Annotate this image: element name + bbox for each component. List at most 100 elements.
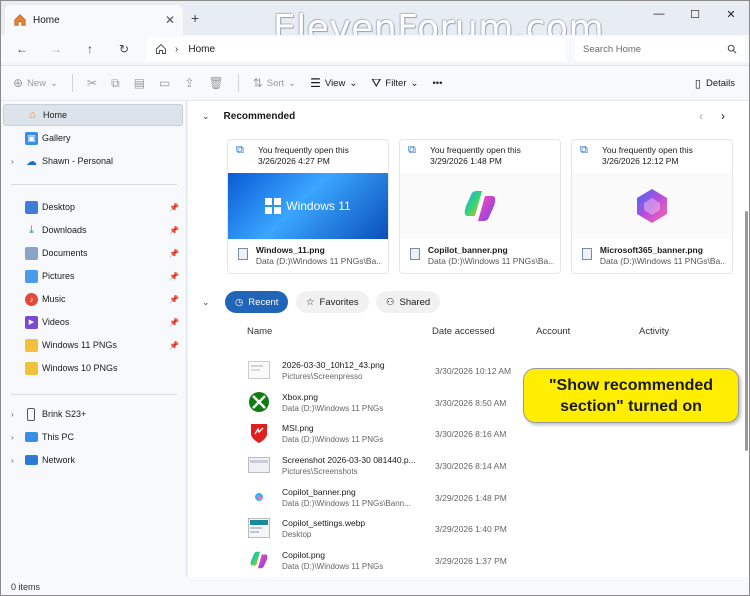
recommended-header[interactable]: ⌄ Recommended [202,111,295,122]
close-tab-icon[interactable]: ✕ [165,13,175,27]
chevron-right-icon[interactable]: › [11,433,14,442]
sidebar-item-downloads[interactable]: ⤓ Downloads 📌 [3,219,183,241]
sort-button[interactable]: ⇅ Sort ⌄ [253,76,296,90]
chevron-left-icon[interactable]: ‹ [699,109,703,123]
sidebar-item-desktop[interactable]: Desktop 📌 [3,196,183,218]
address-row: ← → ↑ ↻ › Home Search Home [1,35,749,63]
chevron-down-icon: ⌄ [410,77,419,89]
home-icon: ⌂ [29,109,36,121]
chevron-down-icon: ⌄ [288,77,297,89]
view-button[interactable]: ☰ View ⌄ [310,76,357,90]
cut-button[interactable]: ✂ [87,76,97,90]
vertical-scrollbar[interactable] [745,211,748,451]
table-row[interactable]: Screenshot 2026-03-30 081440.p... Pictur… [248,449,728,479]
share-button[interactable]: ⇪ [184,76,194,90]
recommended-nav: ‹ › [699,109,725,123]
new-button[interactable]: ⊕ New ⌄ [13,76,58,90]
sidebar-item-gallery[interactable]: ▣ Gallery [3,127,183,149]
home-outline-icon [156,43,166,54]
sidebar-item-onedrive[interactable]: › ☁ Shawn - Personal [3,150,183,172]
sidebar-item-music[interactable]: ♪ Music 📌 [3,288,183,310]
up-arrow-icon[interactable]: ↑ [81,40,99,58]
pin-icon: 📌 [169,202,179,212]
column-header-account[interactable]: Account [536,326,570,337]
tab-favorites[interactable]: ☆ Favorites [296,291,369,313]
column-header-activity[interactable]: Activity [639,326,669,337]
window-controls: — ☐ ✕ [641,1,749,31]
recommended-card[interactable]: ⧉ You frequently open this 3/29/2026 1:48… [399,139,561,274]
sidebar-item-network[interactable]: › Network [3,449,183,471]
rename-icon: ▭ [159,76,171,90]
chevron-right-icon[interactable]: › [11,456,14,465]
close-window-button[interactable]: ✕ [713,1,749,27]
search-input[interactable]: Search Home [575,37,745,61]
folder-icon [25,338,38,352]
msi-icon [248,422,270,444]
separator [237,74,239,92]
sidebar-item-documents[interactable]: Documents 📌 [3,242,183,264]
breadcrumb-chevron-icon: › [175,43,179,55]
new-tab-button[interactable]: + [191,10,199,26]
sort-icon: ⇅ [252,76,263,90]
column-header-date[interactable]: Date accessed [432,326,495,337]
file-icon [238,248,248,260]
pin-icon: 📌 [169,340,179,350]
home-icon [14,14,26,26]
maximize-button[interactable]: ☐ [677,1,713,27]
recommended-card[interactable]: ⧉ You frequently open this 3/26/2026 12:1… [571,139,733,274]
sidebar-item-windows-11-pngs[interactable]: Windows 11 PNGs 📌 [3,334,183,356]
file-icon [410,248,420,260]
table-row[interactable]: Copilot_banner.png Data (D:)\Windows 11 … [248,481,728,511]
webp-file-icon [248,517,270,539]
windows-logo-icon [265,198,282,214]
command-bar: ⊕ New ⌄ ✂ ⧉ ▤ ▭ ⇪ 🗑 ⇅ Sort ⌄ ☰ View ⌄ ⛛ Filter ⌄… [1,65,749,101]
minimize-button[interactable]: — [641,1,677,27]
paste-button[interactable]: ▤ [134,76,145,90]
rename-button[interactable]: ▭ [159,76,170,90]
copy-button[interactable]: ⧉ [111,76,120,91]
copilot-logo-icon [464,191,496,221]
tab-recent[interactable]: ◷ Recent [225,291,289,313]
chevron-right-icon[interactable]: › [11,157,14,166]
image-file-icon [248,454,270,476]
address-bar[interactable]: › Home [147,37,565,61]
chevron-right-icon[interactable]: › [721,109,725,123]
sidebar-item-this-pc[interactable]: › This PC [3,426,183,448]
table-row[interactable]: Copilot_settings.webp Desktop 3/29/2026 … [248,512,728,542]
sidebar-item-windows-10-pngs[interactable]: Windows 10 PNGs [3,357,183,379]
back-arrow-icon[interactable]: ← [13,40,31,58]
sidebar-divider [11,184,177,185]
tab-home[interactable]: Home ✕ [5,5,183,35]
pin-icon: 📌 [169,248,179,258]
clock-icon: ◷ [235,296,244,308]
more-options-button[interactable]: ••• [432,78,442,89]
delete-button[interactable]: 🗑 [208,76,223,90]
sidebar-item-pictures[interactable]: Pictures 📌 [3,265,183,287]
status-bar: 0 items [1,577,749,595]
pictures-icon [25,269,38,283]
videos-icon: ▶ [25,315,38,329]
details-pane-icon: ▯ [694,78,701,90]
column-header-name[interactable]: Name [247,326,272,337]
document-icon [25,246,38,260]
plus-circle-icon: ⊕ [13,76,24,90]
refresh-icon[interactable]: ↻ [115,40,133,58]
table-row[interactable]: Copilot.png Data (D:)\Windows 11 PNGs 3/… [248,544,728,574]
trash-icon: 🗑 [208,76,224,90]
scissors-icon: ✂ [87,76,98,90]
view-list-icon: ☰ [310,76,321,90]
sidebar-item-videos[interactable]: ▶ Videos 📌 [3,311,183,333]
forward-arrow-icon[interactable]: → [47,40,65,58]
thumbnail [400,173,560,239]
tab-shared[interactable]: ⚇ Shared [376,291,441,313]
recommended-card[interactable]: ⧉ You frequently open this 3/26/2026 4:27… [227,139,389,274]
sidebar-item-phone[interactable]: › Brink S23+ [3,403,183,425]
sidebar-item-home[interactable]: ⌂ Home [3,104,183,126]
recent-section-toggle[interactable]: ⌄ [202,297,224,308]
details-button[interactable]: ▯ Details [695,77,735,90]
chevron-right-icon[interactable]: › [11,410,14,419]
desktop-icon [25,200,38,214]
breadcrumb-home[interactable]: Home [188,44,215,55]
filter-button[interactable]: ⛛ Filter ⌄ [371,76,418,91]
paste-icon: ▤ [133,76,146,90]
